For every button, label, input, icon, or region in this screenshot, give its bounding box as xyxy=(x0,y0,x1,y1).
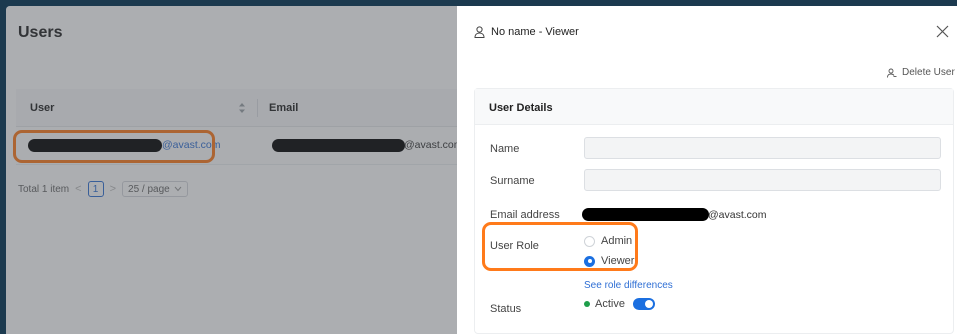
status-dot-icon xyxy=(584,301,590,307)
close-icon[interactable] xyxy=(936,25,949,38)
drawer-title: No name - Viewer xyxy=(491,26,579,38)
delete-user-label: Delete User xyxy=(902,67,955,78)
status-toggle[interactable] xyxy=(632,298,655,310)
card-header: User Details xyxy=(475,89,953,125)
email-label: Email address xyxy=(490,209,560,221)
delete-user-button[interactable]: Delete User xyxy=(887,67,955,78)
email-value-domain: @avast.com xyxy=(708,209,767,221)
user-delete-icon xyxy=(887,68,897,78)
status-indicator: Active xyxy=(584,298,655,310)
user-details-card: User Details Name Surname Email address … xyxy=(474,88,954,334)
surname-field[interactable] xyxy=(584,169,941,191)
name-field[interactable] xyxy=(584,137,941,159)
card-title: User Details xyxy=(489,102,553,114)
status-value: Active xyxy=(595,298,625,310)
user-details-drawer: No name - Viewer Delete User User Detail… xyxy=(457,6,957,334)
drawer-header: No name - Viewer xyxy=(457,6,957,56)
drawer-backdrop[interactable] xyxy=(6,6,457,334)
surname-label: Surname xyxy=(490,175,535,187)
see-role-differences-link[interactable]: See role differences xyxy=(584,280,673,291)
highlight-user-role xyxy=(482,222,638,271)
user-icon xyxy=(474,26,485,38)
status-label: Status xyxy=(490,303,522,315)
name-label: Name xyxy=(490,143,520,155)
redacted-email-value xyxy=(582,208,709,221)
